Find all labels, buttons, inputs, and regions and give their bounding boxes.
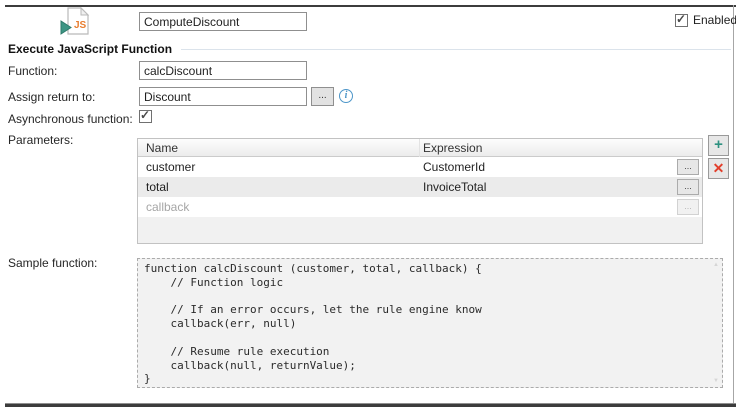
section-title: Execute JavaScript Function (8, 42, 172, 56)
add-parameter-button[interactable]: + (708, 135, 729, 156)
section-divider (181, 49, 731, 50)
function-name-input[interactable] (139, 61, 307, 80)
sample-function-label: Sample function: (8, 256, 97, 270)
execute-js-function-editor: JS ✓ Enabled Execute JavaScript Function… (0, 0, 736, 415)
expression-browse-button[interactable]: ... (677, 179, 699, 195)
enabled-checkbox[interactable]: ✓ (675, 14, 688, 27)
column-divider (419, 139, 420, 157)
asynchronous-checkbox[interactable]: ✓ (139, 110, 152, 123)
parameter-name: customer (146, 160, 195, 174)
info-icon: i (339, 89, 353, 103)
assign-return-browse-button[interactable]: ... (311, 87, 334, 106)
scroll-up-icon[interactable]: ▲ (713, 262, 719, 268)
javascript-file-icon: JS (59, 6, 91, 36)
parameter-name: callback (146, 200, 189, 214)
assign-return-input[interactable] (139, 87, 307, 106)
column-header-name: Name (146, 141, 178, 155)
parameter-expression: InvoiceTotal (423, 180, 486, 194)
function-label: Function: (8, 64, 57, 78)
action-name-input[interactable] (139, 12, 307, 31)
top-border (5, 5, 736, 7)
parameter-row-callback[interactable]: callback ... (138, 197, 702, 217)
assign-return-label: Assign return to: (8, 90, 95, 104)
sample-function-code-box: function calcDiscount (customer, total, … (137, 258, 723, 388)
parameters-table: Name Expression customer CustomerId ... … (137, 138, 703, 244)
parameters-table-header: Name Expression (138, 139, 702, 157)
parameter-expression: CustomerId (423, 160, 485, 174)
parameter-name: total (146, 180, 169, 194)
expression-browse-button-disabled: ... (677, 199, 699, 215)
right-border (733, 5, 734, 405)
parameters-label: Parameters: (8, 133, 73, 147)
check-icon: ✓ (676, 12, 686, 26)
column-header-expression: Expression (423, 141, 482, 155)
check-icon: ✓ (140, 108, 150, 122)
js-icon-label: JS (74, 20, 87, 31)
enabled-checkbox-group[interactable]: ✓ Enabled (675, 13, 736, 27)
expression-browse-button[interactable]: ... (677, 159, 699, 175)
scroll-down-icon[interactable]: ▼ (713, 378, 719, 384)
bottom-border (5, 403, 736, 407)
parameter-row-customer[interactable]: customer CustomerId ... (138, 157, 702, 177)
asynchronous-label: Asynchronous function: (8, 112, 133, 126)
delete-parameter-button[interactable]: ✕ (708, 158, 729, 179)
enabled-label: Enabled (693, 13, 736, 27)
parameter-row-total[interactable]: total InvoiceTotal ... (138, 177, 702, 197)
sample-function-code: function calcDiscount (customer, total, … (138, 259, 722, 389)
